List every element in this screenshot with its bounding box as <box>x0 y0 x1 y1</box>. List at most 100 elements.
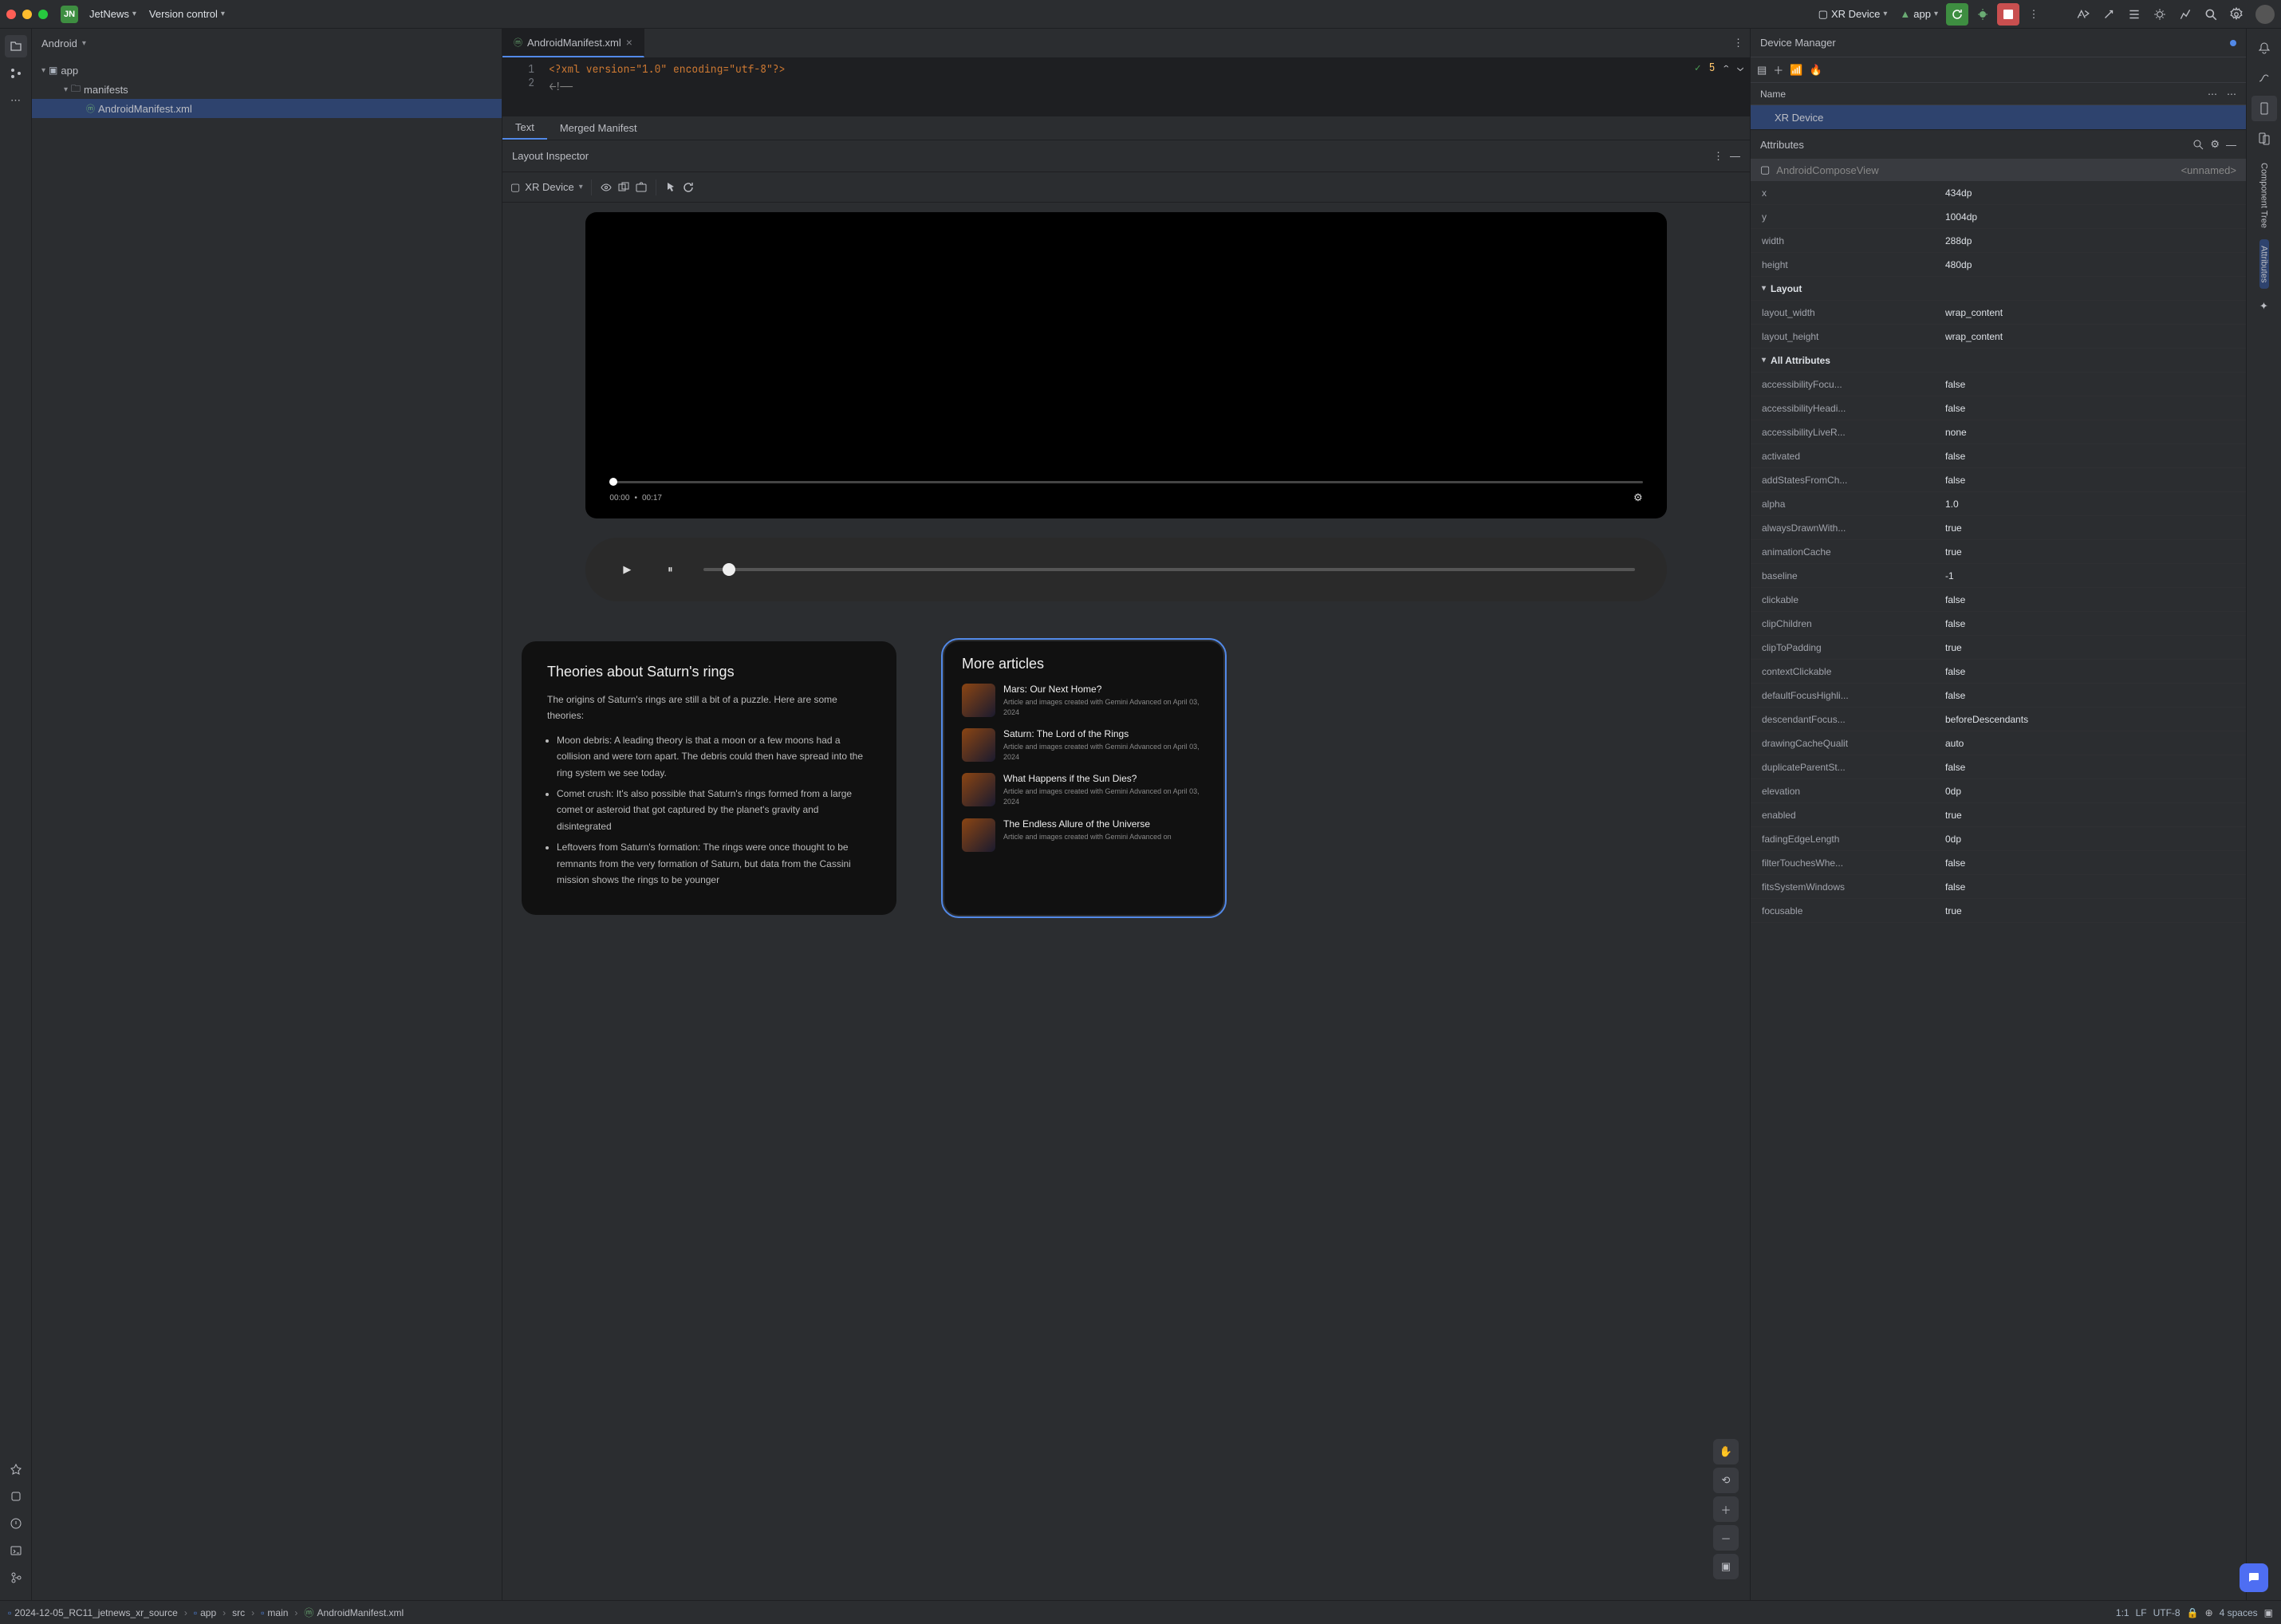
attribute-row[interactable]: enabledtrue <box>1751 803 2246 827</box>
slider-thumb[interactable] <box>723 563 735 576</box>
restart-button[interactable] <box>1946 3 1968 26</box>
more-icon[interactable]: ⋮ <box>1713 150 1724 163</box>
attribute-row[interactable]: layout_widthwrap_content <box>1751 301 2246 325</box>
breadcrumb[interactable]: ▫ main <box>261 1607 288 1618</box>
assistant-fab[interactable] <box>2240 1563 2268 1592</box>
device-list-icon[interactable]: ▤ <box>1757 64 1767 77</box>
vcs-menu[interactable]: Version control ▾ <box>143 5 231 23</box>
debug-config-icon[interactable] <box>2149 3 2171 26</box>
chevron-down-icon[interactable]: ⌄ <box>1737 61 1743 74</box>
tabs-more-icon[interactable]: ⋮ <box>1727 37 1750 49</box>
attribute-row[interactable]: focusabletrue <box>1751 899 2246 923</box>
attribute-row[interactable]: defaultFocusHighli...false <box>1751 684 2246 708</box>
expand-panel-icon[interactable]: ▣ <box>2264 1607 2273 1618</box>
sub-tab-merged[interactable]: Merged Manifest <box>547 116 650 140</box>
device-manager-icon[interactable] <box>2251 96 2277 121</box>
overlay-icon[interactable] <box>617 181 630 194</box>
zoom-out-icon[interactable]: － <box>1713 1525 1739 1551</box>
attribute-row[interactable]: activatedfalse <box>1751 444 2246 468</box>
chevron-up-icon[interactable]: ⌃ <box>1723 61 1729 74</box>
snapshot-icon[interactable] <box>635 181 648 194</box>
eye-icon[interactable] <box>600 181 613 194</box>
fire-icon[interactable]: 🔥 <box>1810 64 1822 77</box>
inspection-widget[interactable]: ✓ 5 ⌃ ⌄ <box>1695 61 1743 74</box>
run-config-selector[interactable]: ▲ app ▾ <box>1893 5 1944 23</box>
cursor-position[interactable]: 1:1 <box>2116 1607 2129 1618</box>
attribute-row[interactable]: accessibilityHeadi...false <box>1751 396 2246 420</box>
ai-sparkle-icon[interactable]: ✦ <box>2251 294 2277 319</box>
device-row[interactable]: XR Device <box>1751 105 2246 129</box>
indent-config[interactable]: 4 spaces <box>2220 1607 2258 1618</box>
attribute-row[interactable]: y1004dp <box>1751 205 2246 229</box>
gear-icon[interactable] <box>2225 3 2248 26</box>
code-editor[interactable]: 1 2 <?xml version="1.0" encoding="utf-8"… <box>502 57 1750 116</box>
attribute-row[interactable]: height480dp <box>1751 253 2246 277</box>
video-surface[interactable]: 00:00 • 00:17 ⚙ <box>595 222 1657 509</box>
gradle-icon[interactable] <box>2251 65 2277 91</box>
attribute-row[interactable]: clipChildrenfalse <box>1751 612 2246 636</box>
column-more-icon[interactable]: ⋯ <box>2227 89 2236 100</box>
attribute-section[interactable]: ▾All Attributes <box>1751 349 2246 372</box>
attribute-row[interactable]: drawingCacheQualitauto <box>1751 731 2246 755</box>
attribute-row[interactable]: addStatesFromCh...false <box>1751 468 2246 492</box>
play-icon[interactable]: ▶ <box>617 560 636 579</box>
attribute-row[interactable]: clickablefalse <box>1751 588 2246 612</box>
readonly-lock-icon[interactable]: 🔒 <box>2187 1607 2199 1618</box>
commit-icon[interactable] <box>2098 3 2120 26</box>
pause-icon[interactable]: ⏸ <box>660 560 680 579</box>
attributes-tab[interactable]: Attributes <box>2259 239 2269 289</box>
component-tree-tab[interactable]: Component Tree <box>2259 156 2269 235</box>
close-icon[interactable]: × <box>626 36 632 49</box>
minimize-icon[interactable]: — <box>2226 139 2236 151</box>
running-devices-icon[interactable] <box>2251 126 2277 152</box>
gear-icon[interactable]: ⚙ <box>2210 138 2220 151</box>
build-variants-icon[interactable] <box>5 1485 27 1508</box>
attribute-row[interactable]: descendantFocus...beforeDescendants <box>1751 708 2246 731</box>
column-more-icon[interactable]: ⋯ <box>2208 89 2217 100</box>
tree-row-app[interactable]: ▾ ▣ app <box>32 61 502 80</box>
problems-icon[interactable] <box>5 1512 27 1535</box>
version-control-icon[interactable] <box>5 1567 27 1589</box>
more-tool-icon[interactable]: ⋯ <box>5 89 27 112</box>
tree-row-manifests[interactable]: ▾ 🗀 manifests <box>32 80 502 99</box>
inspector-device[interactable]: XR Device <box>525 181 573 193</box>
breadcrumb[interactable]: ⓜ AndroidManifest.xml <box>304 1606 404 1619</box>
more-article-item[interactable]: The Endless Allure of the Universe Artic… <box>962 818 1206 852</box>
breadcrumb[interactable]: ▫ 2024-12-05_RC11_jetnews_xr_source <box>8 1607 178 1618</box>
video-progress-bar[interactable] <box>609 481 1642 483</box>
search-icon[interactable] <box>2192 139 2204 150</box>
maximize-window-icon[interactable] <box>38 10 48 19</box>
stop-button[interactable] <box>1997 3 2019 26</box>
attribute-row[interactable]: layout_heightwrap_content <box>1751 325 2246 349</box>
more-article-item[interactable]: What Happens if the Sun Dies? Article an… <box>962 773 1206 806</box>
volume-slider[interactable] <box>703 568 1634 571</box>
user-avatar[interactable] <box>2255 5 2275 24</box>
project-menu[interactable]: JetNews ▾ <box>83 5 143 23</box>
close-window-icon[interactable] <box>6 10 16 19</box>
project-panel-header[interactable]: Android ▾ <box>32 29 502 57</box>
attribute-row[interactable]: baseline-1 <box>1751 564 2246 588</box>
more-actions-icon[interactable]: ⋮ <box>2023 3 2045 26</box>
editor-tab[interactable]: ⓜ AndroidManifest.xml × <box>502 29 644 57</box>
file-encoding[interactable]: UTF-8 <box>2153 1607 2181 1618</box>
attribute-row[interactable]: alwaysDrawnWith...true <box>1751 516 2246 540</box>
profiler-icon[interactable] <box>2174 3 2196 26</box>
notification-dot-icon[interactable] <box>2230 40 2236 46</box>
attribute-row[interactable]: alpha1.0 <box>1751 492 2246 516</box>
debug-button[interactable] <box>1972 3 1994 26</box>
attribute-row[interactable]: filterTouchesWhe...false <box>1751 851 2246 875</box>
refresh-icon[interactable] <box>682 181 695 194</box>
pan-icon[interactable]: ✋ <box>1713 1439 1739 1464</box>
attribute-row[interactable]: width288dp <box>1751 229 2246 253</box>
attribute-row[interactable]: fitsSystemWindowsfalse <box>1751 875 2246 899</box>
attribute-row[interactable]: contextClickablefalse <box>1751 660 2246 684</box>
more-article-item[interactable]: Mars: Our Next Home? Article and images … <box>962 684 1206 717</box>
tree-row-manifest-file[interactable]: ⓜ AndroidManifest.xml <box>32 99 502 118</box>
attribute-row[interactable]: x434dp <box>1751 181 2246 205</box>
attribute-section[interactable]: ▾Layout <box>1751 277 2246 301</box>
run-target-selector[interactable]: ▢ XR Device ▾ <box>1812 5 1894 24</box>
search-icon[interactable] <box>2200 3 2222 26</box>
pointer-icon[interactable] <box>664 181 677 194</box>
attribute-row[interactable]: duplicateParentSt...false <box>1751 755 2246 779</box>
aim-icon[interactable]: ⊕ <box>2205 1607 2213 1618</box>
